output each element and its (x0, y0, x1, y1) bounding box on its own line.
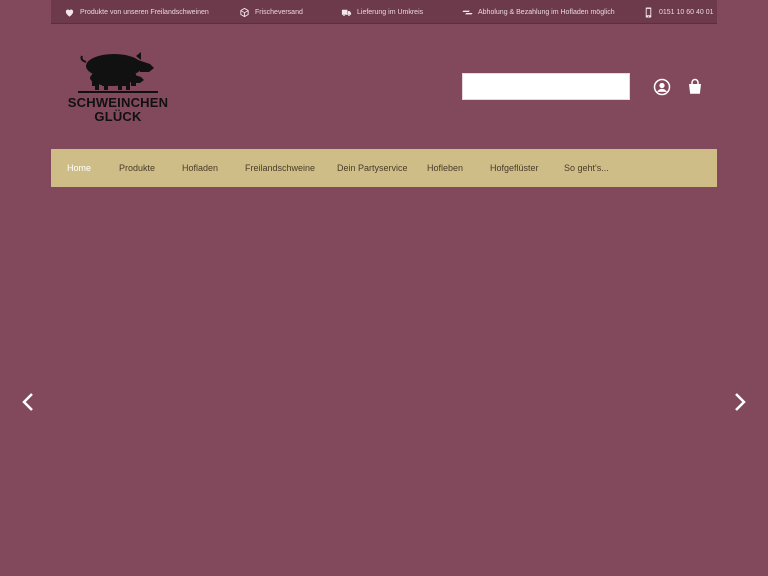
search-input[interactable] (462, 73, 630, 100)
topbar-text: Frischeversand (255, 8, 303, 16)
pig-logo-icon (78, 52, 158, 93)
nav-item-products[interactable]: Produkte (119, 149, 155, 187)
topbar-item-products: Produkte von unseren Freilandschweinen (64, 0, 209, 24)
nav-item-hofleben[interactable]: Hofleben (427, 149, 463, 187)
site-logo[interactable]: SCHWEINCHEN GLÜCK (60, 48, 176, 126)
topbar-item-pickup: Abholung & Bezahlung im Hofladen möglich (462, 0, 615, 24)
truck-icon (341, 7, 352, 18)
nav-item-freilandschweine[interactable]: Freilandschweine (245, 149, 315, 187)
logo-text-line1: SCHWEINCHEN (67, 95, 169, 110)
nav-item-hofladen[interactable]: Hofladen (182, 149, 218, 187)
topbar-phone-number[interactable]: 0151 10 60 40 01 (659, 9, 714, 16)
topbar-text: Lieferung im Umkreis (357, 8, 424, 16)
topbar-text: Produkte von unseren Freilandschweinen (80, 8, 209, 16)
chevron-left-icon (22, 393, 33, 411)
heart-icon (64, 7, 75, 18)
nav-item-partyservice[interactable]: Dein Partyservice (337, 149, 408, 187)
main-navigation: Home Produkte Hofladen Freilandschweine … (51, 149, 717, 187)
user-icon (653, 78, 671, 96)
topbar-item-shipping: Frischeversand (239, 0, 303, 24)
nav-item-home[interactable]: Home (67, 149, 91, 187)
cart-button[interactable] (685, 77, 705, 97)
slider-prev-button[interactable] (18, 389, 38, 415)
account-button[interactable] (652, 77, 672, 97)
shopping-bag-icon (689, 78, 701, 94)
topbar-item-delivery: Lieferung im Umkreis (341, 0, 423, 24)
nav-item-so-gehts[interactable]: So geht's... (564, 149, 609, 187)
money-icon (462, 7, 473, 18)
top-info-bar: Produkte von unseren Freilandschweinen F… (51, 0, 717, 24)
chevron-right-icon (735, 393, 746, 411)
box-icon (239, 7, 250, 18)
nav-item-hofgefluester[interactable]: Hofgeflüster (490, 149, 539, 187)
phone-icon (643, 6, 654, 18)
slider-next-button[interactable] (730, 389, 750, 415)
topbar-text: Abholung & Bezahlung im Hofladen möglich (478, 8, 615, 16)
topbar-item-phone[interactable]: 0151 10 60 40 01 (643, 0, 714, 24)
hero-slider (0, 187, 768, 576)
logo-text-line2: GLÜCK (94, 109, 142, 124)
